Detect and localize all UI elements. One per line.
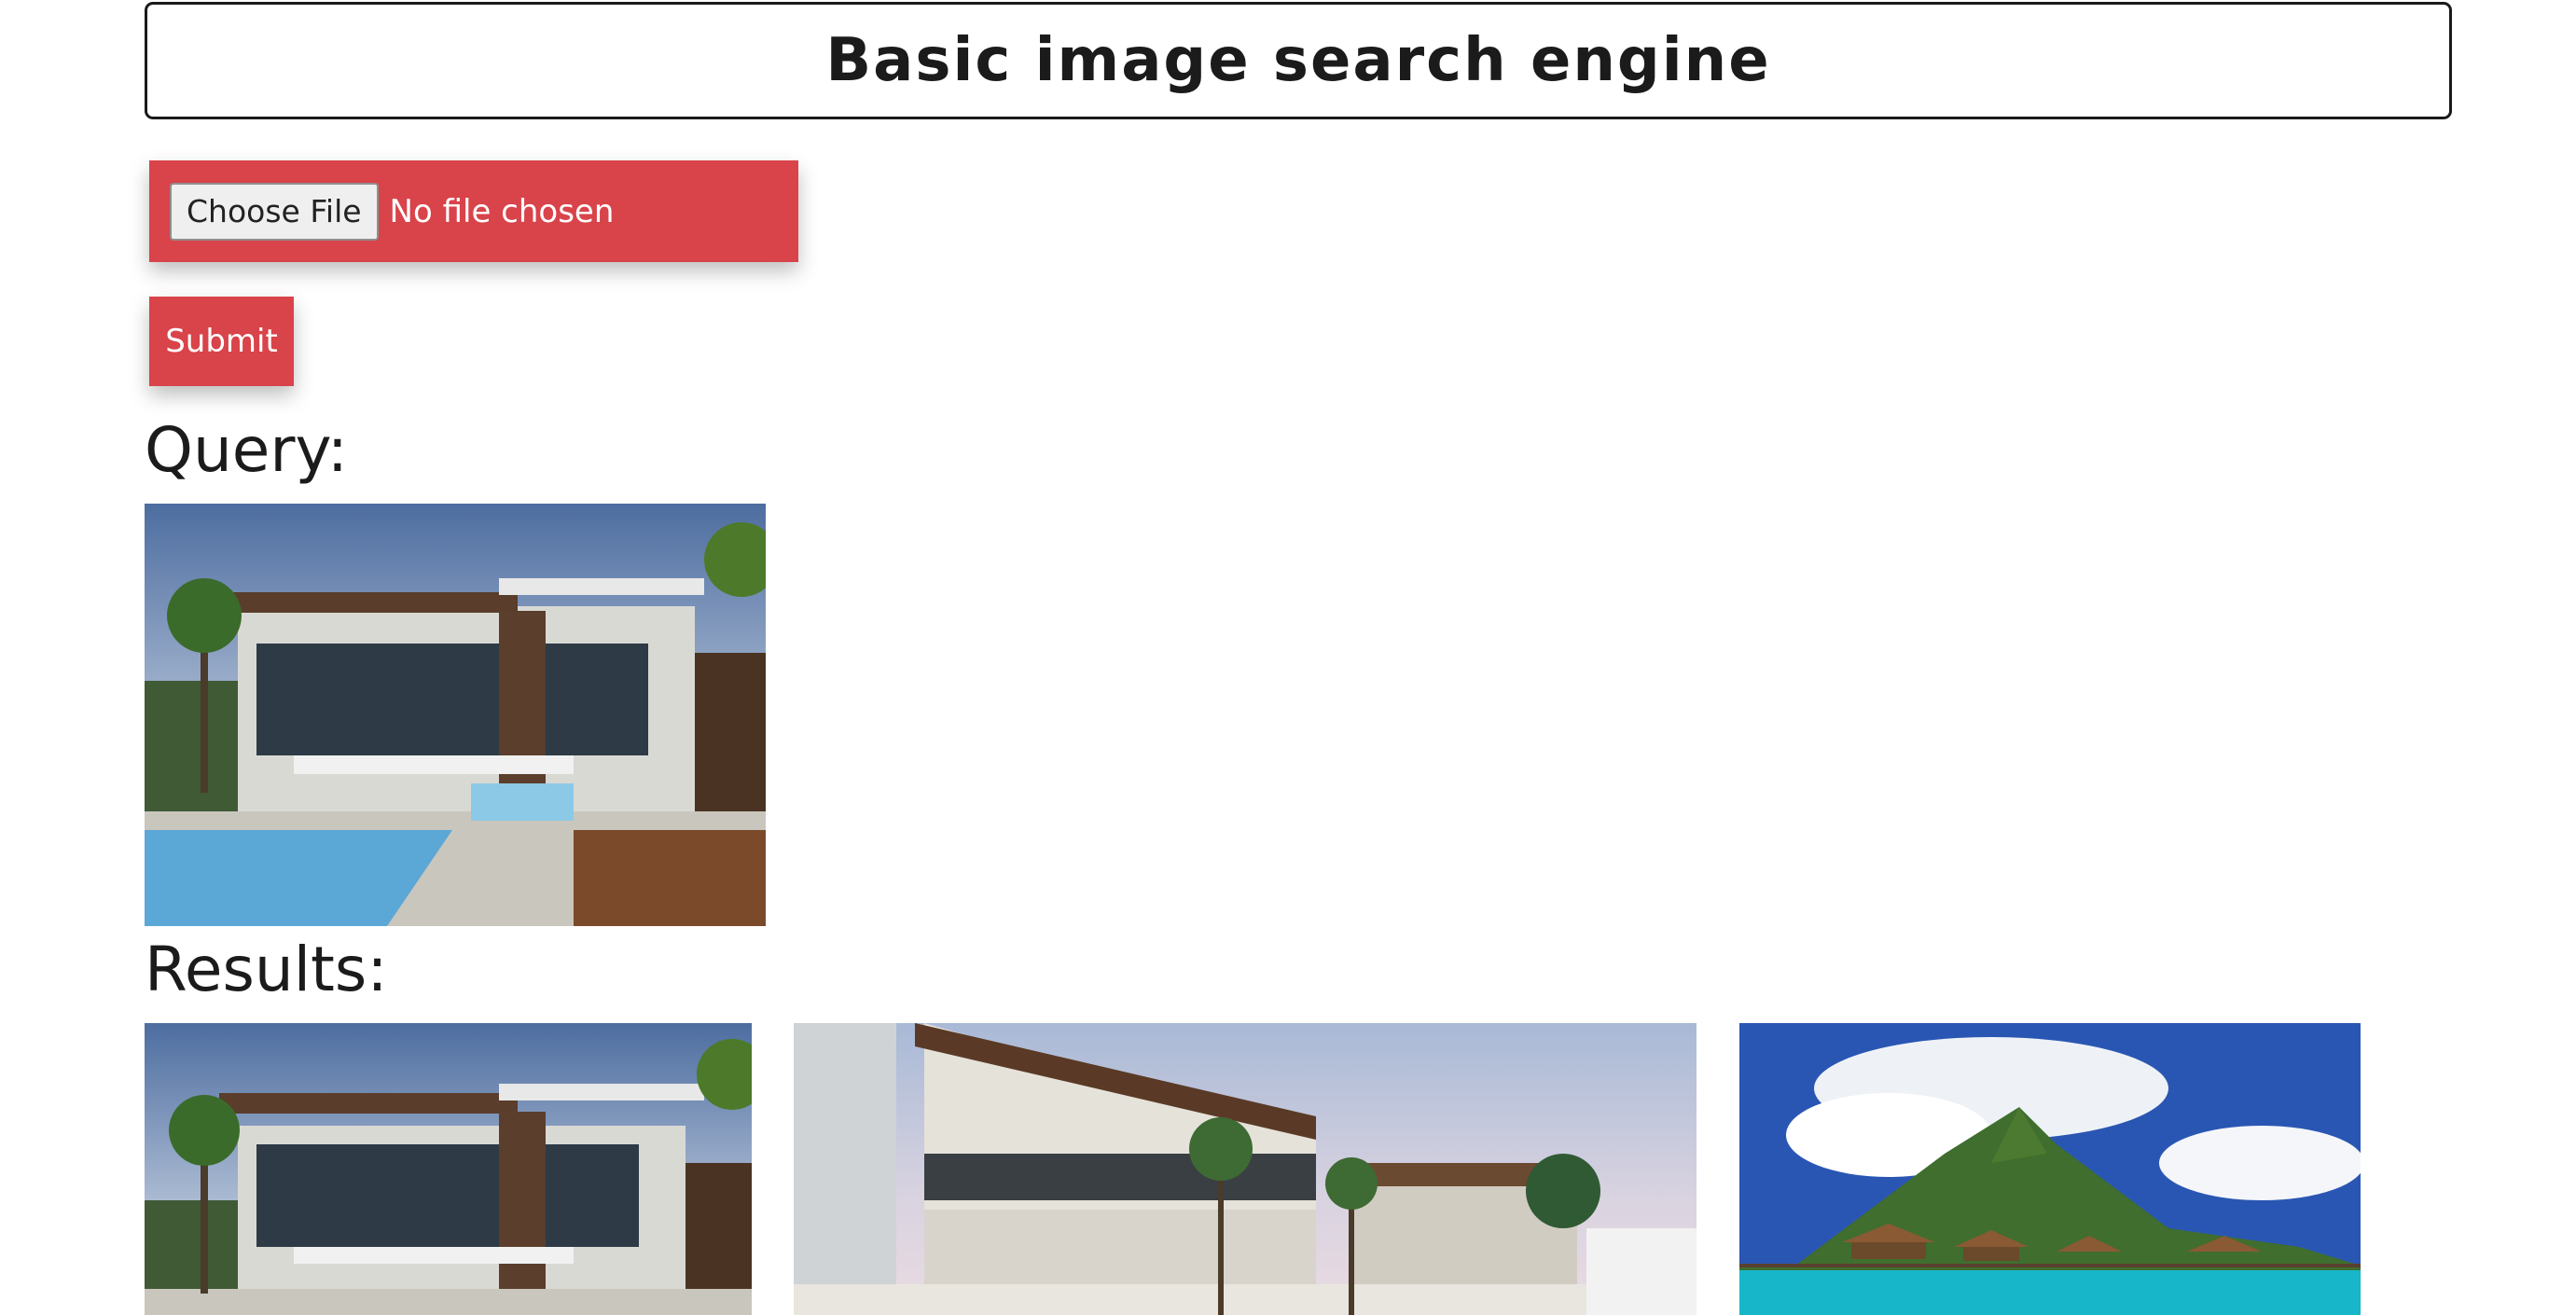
title-banner: Basic image search engine <box>145 2 2452 119</box>
result-image-1[interactable] <box>145 1023 752 1315</box>
submit-button[interactable]: Submit <box>149 297 294 386</box>
result-image-2[interactable] <box>794 1023 1697 1315</box>
result-image-3[interactable] <box>1739 1023 2361 1315</box>
query-image <box>145 504 766 926</box>
choose-file-button[interactable]: Choose File <box>170 182 379 241</box>
file-status-text: No file chosen <box>389 192 615 230</box>
file-upload-field[interactable]: Choose File No file chosen <box>149 160 798 262</box>
query-heading: Query: <box>145 414 349 486</box>
results-heading: Results: <box>145 934 388 1005</box>
page-title: Basic image search engine <box>825 26 1771 95</box>
